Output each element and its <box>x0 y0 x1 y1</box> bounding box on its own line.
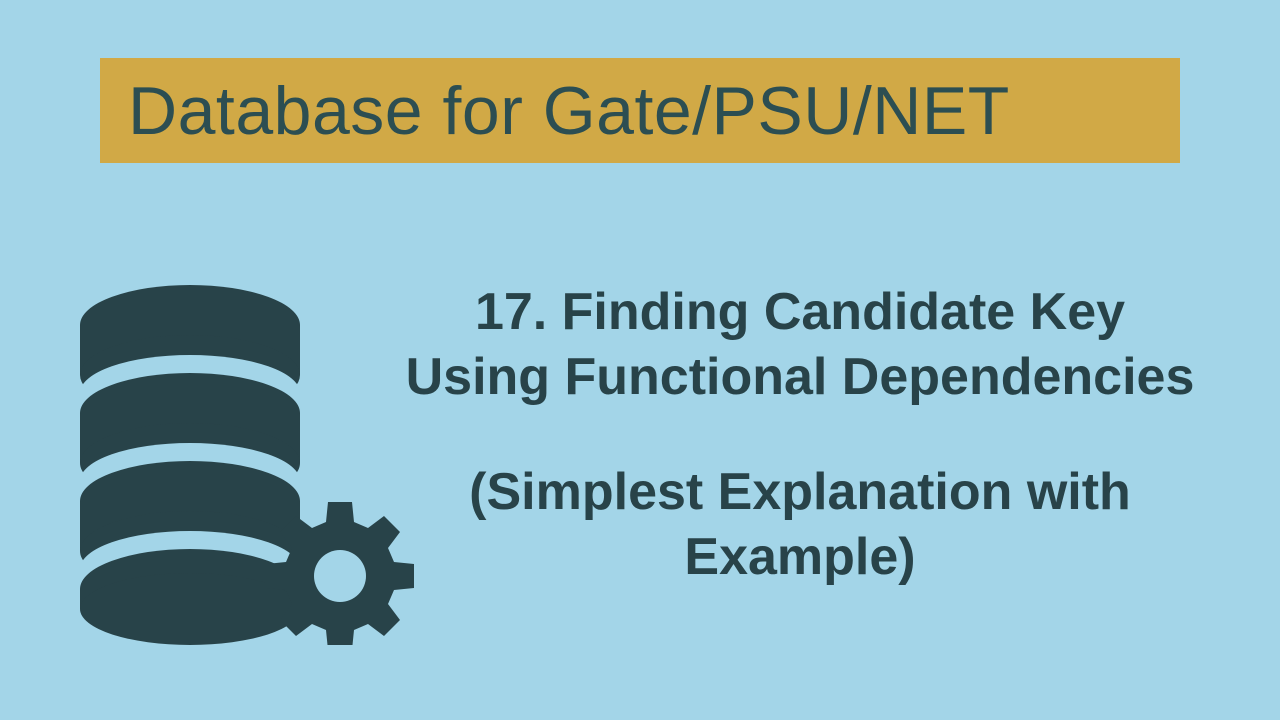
topic-subheading: (Simplest Explanation with Example) <box>360 460 1240 590</box>
title-banner: Database for Gate/PSU/NET <box>100 58 1180 163</box>
subheading-line1: (Simplest Explanation with <box>360 460 1240 525</box>
topic-heading-line1: 17. Finding Candidate Key <box>360 280 1240 345</box>
topic-heading-line2: Using Functional Dependencies <box>360 345 1240 410</box>
subheading-line2: Example) <box>360 525 1240 590</box>
course-title: Database for Gate/PSU/NET <box>128 72 1010 150</box>
topic-content: 17. Finding Candidate Key Using Function… <box>360 280 1240 590</box>
database-gear-illustration <box>75 285 395 665</box>
